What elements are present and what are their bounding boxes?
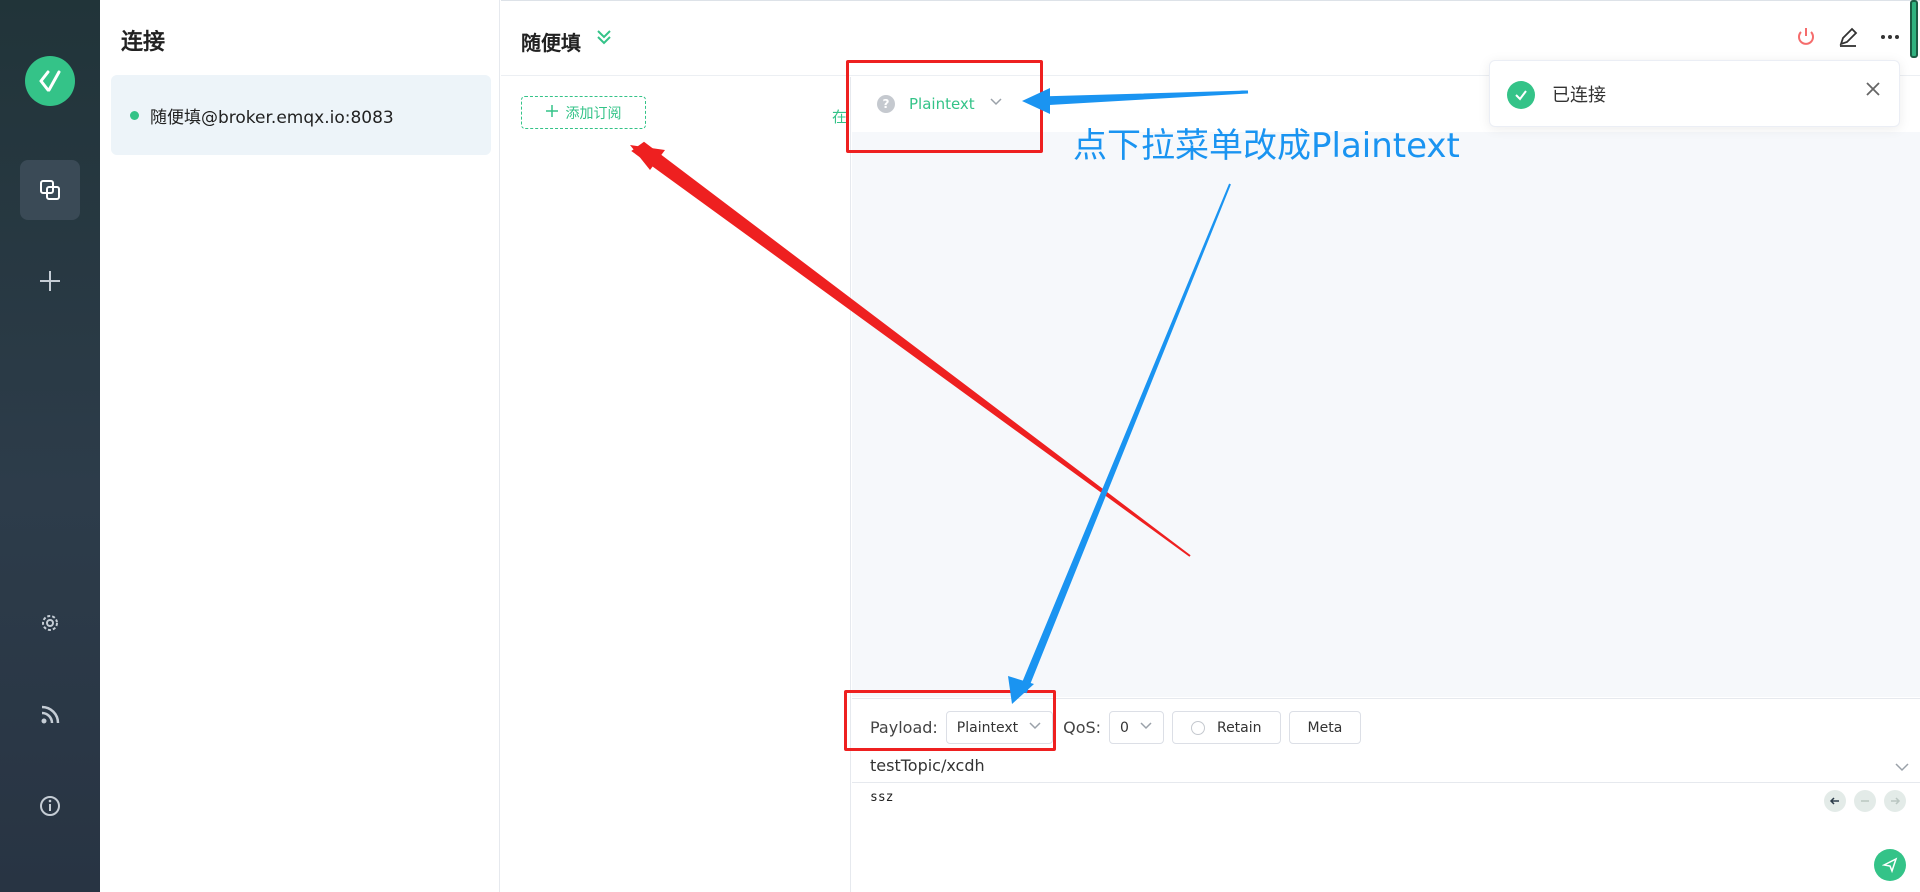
annotation-box-payload-format xyxy=(844,690,1056,751)
info-icon[interactable] xyxy=(20,776,80,836)
connection-item[interactable]: 随便填@broker.emqx.io:8083 xyxy=(111,75,491,155)
subscriptions-clipped-text: 在 xyxy=(832,108,848,126)
meta-button[interactable]: Meta xyxy=(1288,711,1362,744)
retain-label: Retain xyxy=(1216,719,1262,736)
connection-name: 随便填@broker.emqx.io:8083 xyxy=(150,107,394,128)
more-icon[interactable] xyxy=(1878,25,1902,49)
mqttx-logo-icon xyxy=(25,56,75,106)
panel-title: 连接 xyxy=(121,30,166,55)
log-icon[interactable] xyxy=(20,685,80,745)
add-subscription-label: 添加订阅 xyxy=(565,105,622,122)
check-circle-icon xyxy=(1507,81,1535,109)
arrow-right-icon[interactable] xyxy=(1884,790,1906,812)
connection-title: 随便填 xyxy=(521,31,581,55)
connections-icon[interactable] xyxy=(20,160,80,220)
retain-toggle[interactable]: Retain xyxy=(1171,711,1281,744)
chevron-down-icon[interactable] xyxy=(1894,759,1910,779)
chevron-down-icon xyxy=(1139,719,1153,737)
minus-icon[interactable] xyxy=(1854,790,1876,812)
plus-icon xyxy=(545,104,558,121)
power-icon[interactable] xyxy=(1794,25,1818,49)
icon-rail xyxy=(0,0,100,892)
connected-status-dot xyxy=(130,110,139,120)
edit-icon[interactable] xyxy=(1836,25,1860,49)
plus-icon[interactable] xyxy=(20,251,80,311)
meta-label: Meta xyxy=(1307,719,1343,736)
double-chevron-down-icon[interactable] xyxy=(594,27,614,51)
topic-input[interactable]: testTopic/xcdh xyxy=(852,751,1920,783)
annotation-text: 点下拉菜单改成Plaintext xyxy=(1073,126,1460,166)
gear-icon[interactable] xyxy=(20,593,80,653)
send-icon xyxy=(1882,857,1898,873)
add-subscription-button[interactable]: 添加订阅 xyxy=(521,96,646,129)
radio-icon xyxy=(1190,720,1205,735)
qos-label: QoS: xyxy=(1063,718,1102,737)
arrow-left-icon[interactable] xyxy=(1824,790,1846,812)
messages-area: ? Plaintext xyxy=(852,77,1920,697)
annotation-box-message-type xyxy=(846,60,1043,153)
close-icon[interactable] xyxy=(1865,81,1881,101)
connected-toast: 已连接 xyxy=(1489,60,1900,127)
scrollbar[interactable] xyxy=(1910,0,1918,58)
topic-value: testTopic/xcdh xyxy=(870,756,985,775)
payload-editor[interactable]: ssz xyxy=(870,790,893,805)
qos-select[interactable]: 0 xyxy=(1109,711,1164,744)
subscriptions-column: 添加订阅 在 xyxy=(501,77,851,892)
toast-message: 已连接 xyxy=(1552,85,1606,106)
connections-panel: 连接 随便填@broker.emqx.io:8083 xyxy=(100,0,500,892)
send-button[interactable] xyxy=(1874,849,1906,881)
qos-value: 0 xyxy=(1120,719,1129,736)
